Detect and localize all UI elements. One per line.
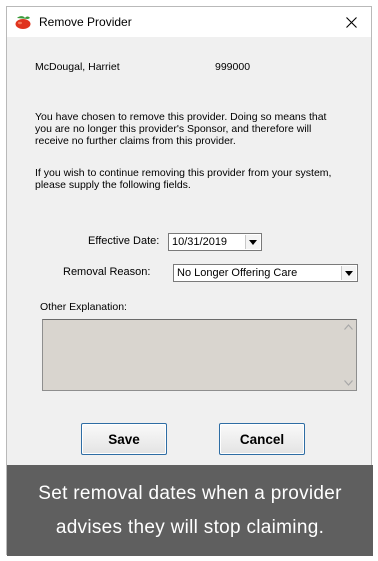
removal-reason-value: No Longer Offering Care bbox=[177, 267, 298, 279]
window-title: Remove Provider bbox=[39, 15, 132, 29]
scroll-down-arrow-icon[interactable] bbox=[343, 380, 353, 386]
remove-provider-dialog: Remove Provider McDougal, Harriet 999000… bbox=[6, 6, 373, 556]
reason-dropdown-arrow[interactable] bbox=[341, 266, 356, 280]
title-bar: Remove Provider bbox=[7, 7, 371, 37]
save-button[interactable]: Save bbox=[81, 423, 167, 455]
textarea-scrollbar[interactable] bbox=[340, 320, 356, 390]
removal-reason-label: Removal Reason: bbox=[63, 266, 151, 278]
provider-id: 999000 bbox=[215, 61, 251, 73]
app-icon bbox=[15, 15, 31, 29]
other-explanation-textarea[interactable] bbox=[42, 319, 357, 391]
effective-date-picker[interactable]: 10/31/2019 bbox=[168, 233, 262, 251]
effective-date-label: Effective Date: bbox=[88, 235, 160, 247]
close-button[interactable] bbox=[331, 7, 371, 37]
triangle-down-icon bbox=[345, 270, 353, 276]
date-dropdown-arrow[interactable] bbox=[245, 235, 260, 249]
effective-date-value: 10/31/2019 bbox=[172, 236, 228, 248]
cancel-button[interactable]: Cancel bbox=[219, 423, 305, 455]
removal-reason-select[interactable]: No Longer Offering Care bbox=[173, 264, 358, 282]
triangle-down-icon bbox=[249, 239, 257, 245]
caption-banner: Set removal dates when a provider advise… bbox=[7, 465, 373, 556]
other-explanation-label: Other Explanation: bbox=[40, 301, 127, 313]
close-icon bbox=[345, 16, 357, 28]
provider-name: McDougal, Harriet bbox=[35, 61, 120, 73]
removal-warning-text: You have chosen to remove this provider.… bbox=[35, 111, 327, 147]
scroll-up-arrow-icon[interactable] bbox=[343, 324, 353, 330]
instruction-text: If you wish to continue removing this pr… bbox=[35, 167, 332, 191]
